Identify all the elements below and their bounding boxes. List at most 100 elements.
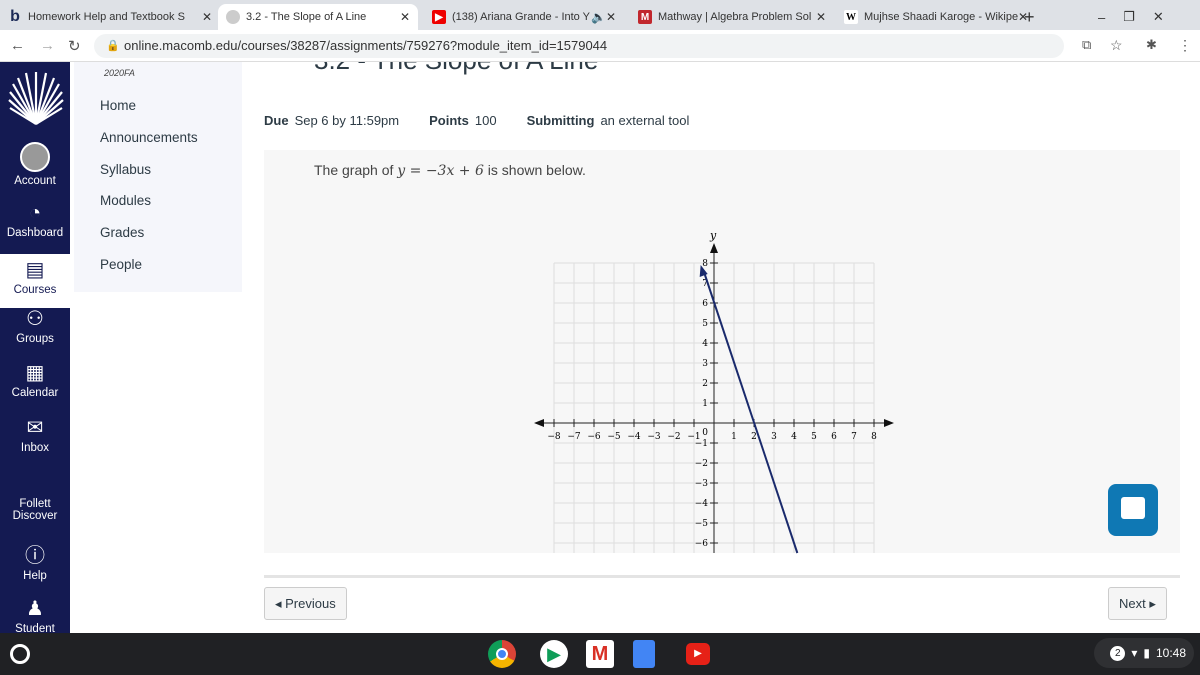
battery-icon: ▮ <box>1143 646 1150 660</box>
nav-student[interactable]: ♟ Student <box>0 598 70 633</box>
x-tick-label: 1 <box>731 432 737 442</box>
x-tick-label: −6 <box>587 432 601 442</box>
notification-count: 2 <box>1110 645 1126 661</box>
x-tick-label: −4 <box>627 432 641 442</box>
back-icon[interactable]: ← <box>10 37 25 54</box>
x-tick-label: 7 <box>851 432 857 442</box>
y-tick-label: 4 <box>702 339 708 349</box>
y-tick-label: 3 <box>702 359 708 369</box>
tab-homework-help[interactable]: b Homework Help and Textbook S ✕ <box>0 4 220 30</box>
menu-icon[interactable]: ⋮ <box>1178 37 1192 54</box>
graph-line <box>702 270 799 554</box>
share-icon[interactable]: ⧉ <box>1082 37 1091 53</box>
tab-bar: b Homework Help and Textbook S ✕ 3.2 - The… <box>0 0 1200 30</box>
y-axis-label: y <box>709 229 717 242</box>
global-navigation: Account ◔ Dashboard ▤ Courses ⚇ Groups ▦ Cal… <box>0 62 70 633</box>
student-icon: ♟ <box>26 598 44 620</box>
divider <box>264 575 1180 578</box>
course-nav-grades[interactable]: Grades <box>100 225 144 240</box>
dashboard-icon: ◔ <box>28 202 42 224</box>
y-tick-label: −1 <box>695 439 708 449</box>
x-tick-label: 3 <box>771 432 777 442</box>
close-icon[interactable]: ✕ <box>816 10 826 24</box>
tab-wikipedia[interactable]: W Mujhse Shaadi Karoge - Wikipe ✕ <box>836 4 1036 30</box>
course-nav-people[interactable]: People <box>100 257 142 272</box>
question-text: The graph of y = −3x + 6 is shown below. <box>314 162 586 179</box>
y-tick-label: −5 <box>695 519 709 529</box>
x-tick-label: 4 <box>791 432 797 442</box>
nav-calendar[interactable]: ▦ Calendar <box>0 362 70 399</box>
restore-icon[interactable]: ❐ <box>1123 9 1135 25</box>
origin-label: 0 <box>702 428 708 438</box>
nav-account[interactable]: Account <box>0 142 70 187</box>
course-nav-syllabus[interactable]: Syllabus <box>100 162 151 177</box>
x-axis-arrow-left <box>534 419 544 427</box>
lock-icon: 🔒 <box>106 40 120 52</box>
y-tick-label: −6 <box>695 539 709 549</box>
assignment-details: Due Sep 6 by 11:59pm Points 100 Submitting… <box>264 113 690 128</box>
nav-follett-discover[interactable]: Follett Discover <box>0 498 70 522</box>
system-tray[interactable]: 2 ▾ ▮ 10:48 <box>1094 638 1194 668</box>
x-tick-label: 2 <box>751 432 757 442</box>
y-tick-label: −3 <box>695 479 709 489</box>
x-tick-label: −8 <box>547 432 561 442</box>
macomb-logo <box>8 72 64 125</box>
wikipedia-icon: W <box>844 10 858 24</box>
courses-icon: ▤ <box>25 259 45 281</box>
tab-slope-of-a-line[interactable]: 3.2 - The Slope of A Line ✕ <box>218 4 418 30</box>
x-tick-label: −5 <box>607 432 621 442</box>
equation: y = −3x + 6 <box>397 163 484 179</box>
x-tick-label: 6 <box>831 432 837 442</box>
nav-groups[interactable]: ⚇ Groups <box>0 308 70 345</box>
window-controls[interactable]: – ❐ ✕ <box>1090 4 1172 30</box>
close-window-icon[interactable]: ✕ <box>1153 9 1164 25</box>
clock: 10:48 <box>1155 646 1186 660</box>
x-tick-label: 5 <box>811 432 817 442</box>
course-nav-announcements[interactable]: Announcements <box>100 130 198 145</box>
course-nav-modules[interactable]: Modules <box>100 193 151 208</box>
close-icon[interactable]: ✕ <box>202 10 212 24</box>
y-tick-label: 6 <box>702 299 708 309</box>
url-input[interactable]: 🔒 online.macomb.edu/courses/38287/assignm… <box>94 34 1064 58</box>
mathway-icon: M <box>638 10 652 24</box>
canvas-icon <box>226 10 240 24</box>
play-store-icon[interactable]: ▶ <box>540 640 568 668</box>
inbox-icon: ✉ <box>26 417 44 439</box>
minimize-icon[interactable]: – <box>1098 10 1105 25</box>
y-tick-label: 1 <box>702 399 708 409</box>
wifi-icon: ▾ <box>1131 646 1138 660</box>
course-nav-home[interactable]: Home <box>100 98 136 113</box>
forward-icon[interactable]: → <box>40 37 55 54</box>
line-graph: xy−8−7−6−5−4−3−2−112345678−6−5−4−3−2−112… <box>534 229 894 554</box>
chat-widget-button[interactable] <box>1108 484 1158 536</box>
close-icon[interactable]: ✕ <box>400 10 410 24</box>
y-axis-arrow <box>710 243 718 253</box>
tab-youtube[interactable]: ▶ (138) Ariana Grande - Into Y 🔈✕ <box>424 4 624 30</box>
bookmark-star-icon[interactable]: ☆ <box>1110 37 1123 54</box>
new-tab-button[interactable]: + <box>1016 4 1043 30</box>
previous-button[interactable]: ◂ Previous <box>264 587 347 620</box>
address-bar-row: ← → ↻ 🔒 online.macomb.edu/courses/38287/a… <box>0 30 1200 62</box>
chat-icon <box>1121 497 1145 519</box>
nav-inbox[interactable]: ✉ Inbox <box>0 417 70 454</box>
reload-icon[interactable]: ↻ <box>68 37 81 55</box>
youtube-app-icon[interactable]: ▶ <box>686 643 710 665</box>
groups-icon: ⚇ <box>26 308 44 330</box>
tab-mathway[interactable]: M Mathway | Algebra Problem Sol ✕ <box>630 4 834 30</box>
calendar-icon: ▦ <box>25 362 45 384</box>
next-button[interactable]: Next ▸ <box>1108 587 1167 620</box>
chrome-icon[interactable] <box>488 640 516 668</box>
launcher-icon[interactable] <box>10 644 30 664</box>
x-tick-label: 8 <box>871 432 877 442</box>
avatar-icon <box>20 142 50 172</box>
close-icon[interactable]: 🔈✕ <box>591 10 616 24</box>
youtube-icon: ▶ <box>432 10 446 24</box>
x-tick-label: −2 <box>667 432 680 442</box>
nav-dashboard[interactable]: ◔ Dashboard <box>0 202 70 239</box>
extensions-icon[interactable]: ✱ <box>1146 37 1157 53</box>
gmail-icon[interactable]: M <box>586 640 614 668</box>
nav-courses[interactable]: ▤ Courses <box>0 254 70 308</box>
course-term: 2020FA <box>104 68 135 78</box>
nav-help[interactable]: ⓘ Help <box>0 545 70 582</box>
docs-icon[interactable] <box>633 640 655 668</box>
